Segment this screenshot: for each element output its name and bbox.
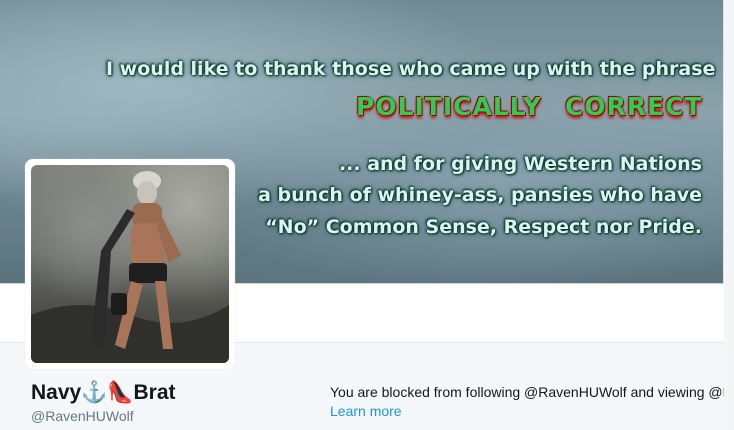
anchor-icon: ⚓ bbox=[81, 381, 108, 404]
banner-phrase-word-1: POLITICALLY bbox=[356, 92, 542, 121]
profile-name: Navy⚓👠Brat bbox=[31, 381, 176, 405]
avatar-figure bbox=[31, 171, 229, 363]
banner-text-line-3: ... and for giving Western Nations bbox=[338, 153, 702, 175]
avatar-image bbox=[31, 165, 229, 363]
banner-text-line-4: a bunch of whiney-ass, pansies who have bbox=[258, 184, 702, 206]
profile-handle: @RavenHUWolf bbox=[31, 408, 134, 424]
learn-more-link[interactable]: Learn more bbox=[330, 403, 402, 419]
profile-name-part-2: Brat bbox=[133, 381, 176, 404]
blocked-notice: You are blocked from following @RavenHUW… bbox=[330, 384, 724, 400]
profile-name-part-1: Navy bbox=[31, 381, 82, 404]
profile-avatar[interactable] bbox=[25, 159, 235, 369]
banner-text-line-5: “No” Common Sense, Respect nor Pride. bbox=[265, 216, 702, 238]
banner-text-line-1: I would like to thank those who came up … bbox=[106, 58, 716, 80]
high-heel-icon: 👠 bbox=[107, 381, 134, 404]
window-right-edge bbox=[723, 0, 734, 430]
banner-phrase-word-2: CORRECT bbox=[565, 92, 703, 121]
